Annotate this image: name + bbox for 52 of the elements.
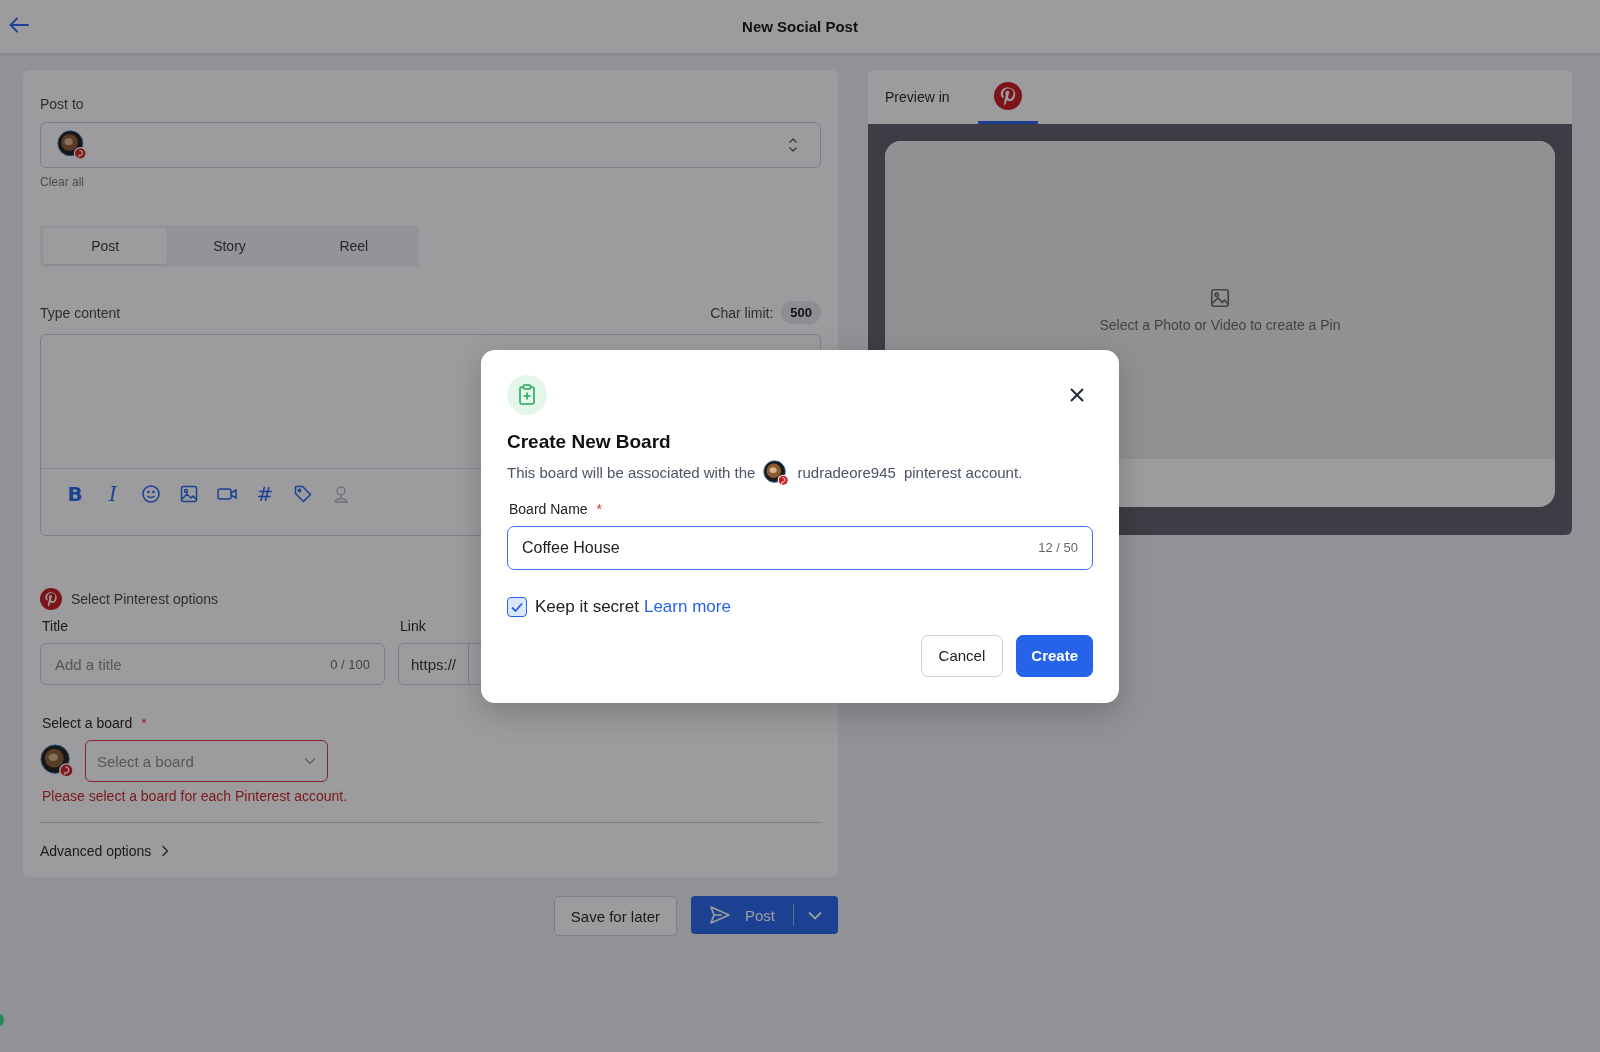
field-label: Title [41,618,69,634]
clear-all-link[interactable]: Clear all [40,175,84,189]
post-type-tab[interactable]: Post [43,228,168,264]
italic-icon[interactable]: I [101,482,125,506]
char-limit-label: Char limit: [710,304,774,321]
empty-preview-text: Select a Photo or Video to create a Pin [1099,317,1341,333]
avatar [57,130,87,160]
title-field[interactable]: Add a title 0 / 100 [40,643,385,685]
clipboard-plus-icon [507,374,547,415]
avatar [763,459,790,486]
back-arrow-icon[interactable] [9,17,29,33]
section-heading: Select Pinterest options [71,591,219,607]
pinterest-logo-icon [40,588,62,610]
hashtag-icon[interactable]: # [253,482,277,506]
error-message: Please select a board for each Pinterest account. [41,788,349,804]
pinterest-logo-icon [993,81,1022,110]
sort-arrows-icon [788,137,798,153]
post-type-tab[interactable]: Reel [291,228,416,264]
dialog-description: This board will be associated with the [507,464,756,481]
required-mark: * [596,500,603,517]
field-label: Select a board [42,715,133,731]
image-icon [1209,287,1231,309]
create-button[interactable]: Create [1016,634,1093,677]
save-for-later-button[interactable]: Save for later [553,896,677,936]
post-type-tab[interactable]: Story [167,228,292,264]
chevron-down-icon [304,757,316,765]
required-mark: * [141,715,147,731]
dialog-description: pinterest account. [903,464,1023,481]
board-name-field[interactable]: Coffee House 12 / 50 [507,525,1093,570]
caret-icon[interactable] [808,910,822,920]
avatar [40,744,74,778]
cancel-button[interactable]: Cancel [920,634,1004,677]
board-select[interactable]: Select a board [85,740,328,782]
learn-more-link[interactable]: Learn more [643,596,731,617]
checkbox[interactable] [507,596,527,617]
checkmark-icon [510,600,524,613]
send-icon [709,905,731,925]
field-label: Board Name [509,500,588,517]
chevron-right-icon [161,845,170,857]
page-title: New Social Post [742,18,858,35]
field-label: Link [399,618,427,634]
emoji-icon[interactable] [139,482,163,506]
dialog-title: Create New Board [507,430,672,453]
checkbox-label: Keep it secret [535,596,639,617]
char-limit-badge: 500 [781,301,821,324]
field-label: Post to [40,96,85,112]
close-icon[interactable] [1069,386,1085,403]
field-label: Type content [40,304,121,321]
post-button[interactable]: Post [691,896,838,934]
preview-label: Preview in [885,89,950,105]
advanced-options-toggle[interactable]: Advanced options [40,843,170,859]
bold-icon[interactable]: B [63,482,87,506]
